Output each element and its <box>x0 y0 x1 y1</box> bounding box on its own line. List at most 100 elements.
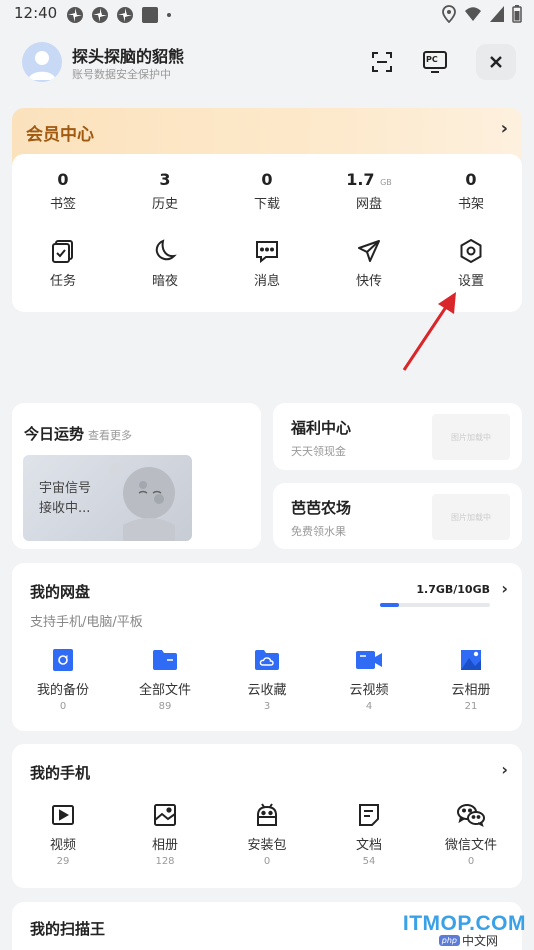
phone-item-wechat-files[interactable]: 微信文件 0 <box>420 802 522 867</box>
drive-item-all-files[interactable]: 全部文件 89 <box>114 647 216 712</box>
drive-usage-text: 1.7GB/10GB <box>416 583 490 596</box>
photo-album-icon <box>461 650 481 670</box>
drive-item-cloud-favorites[interactable]: 云收藏 3 <box>216 647 318 712</box>
pinwheel-icon <box>67 7 83 23</box>
phone-item-count: 128 <box>155 856 175 867</box>
chevron-right-icon[interactable]: › <box>501 760 508 779</box>
backup-icon <box>53 649 73 671</box>
phone-item-label: 视频 <box>49 838 76 853</box>
annotation-arrow <box>402 292 456 371</box>
baba-farm-card[interactable]: 芭芭农场 免费领水果 图片加载中 <box>273 483 522 549</box>
storage-progress-fill <box>380 603 399 607</box>
username[interactable]: 探头探脑的貂熊 <box>72 43 184 67</box>
stat-value: 0 <box>57 170 69 189</box>
android-icon <box>257 803 277 826</box>
battery-icon <box>512 5 522 23</box>
moon-character-illustration <box>109 463 175 541</box>
tool-settings[interactable]: 设置 <box>420 236 522 289</box>
phone-item-apk[interactable]: 安装包 0 <box>216 802 318 867</box>
drive-title[interactable]: 我的网盘 <box>30 581 90 602</box>
welfare-center-card[interactable]: 福利中心 天天领现金 图片加载中 <box>273 403 522 470</box>
phone-item-album[interactable]: 相册 128 <box>114 802 216 867</box>
fortune-title: 今日运势 <box>24 425 85 443</box>
stat-value: 3 <box>159 170 171 189</box>
phone-item-label: 微信文件 <box>444 838 497 853</box>
pinwheel-icon <box>92 7 108 23</box>
stat-downloads[interactable]: 0 下载 <box>216 170 318 212</box>
stat-bookmarks[interactable]: 0 书签 <box>12 170 114 212</box>
stat-value: 0 <box>465 170 477 189</box>
drive-item-count: 4 <box>365 701 373 712</box>
pc-label: PC <box>426 55 438 64</box>
stat-label: 网盘 <box>355 197 382 212</box>
tool-messages[interactable]: 消息 <box>216 236 318 289</box>
drive-item-count: 0 <box>59 701 67 712</box>
stat-bookshelf[interactable]: 0 书架 <box>420 170 522 212</box>
tool-tasks[interactable]: 任务 <box>12 236 114 289</box>
chevron-right-icon[interactable]: › <box>501 118 508 139</box>
stat-history[interactable]: 3 历史 <box>114 170 216 212</box>
stat-label: 书签 <box>49 197 76 212</box>
drive-item-cloud-videos[interactable]: 云视频 4 <box>318 647 420 712</box>
drive-item-label: 我的备份 <box>36 683 89 698</box>
tool-quick-transfer[interactable]: 快传 <box>318 236 420 289</box>
storage-progress-bar <box>380 603 490 607</box>
default-avatar-icon <box>28 51 56 80</box>
drive-item-count: 21 <box>464 701 478 712</box>
notification-icons <box>66 6 172 24</box>
paper-plane-icon <box>358 240 380 262</box>
chevron-right-icon[interactable]: › <box>501 579 508 598</box>
fortune-text-line-1: 宇宙信号 <box>39 481 92 496</box>
dot-icon <box>167 13 171 17</box>
drive-item-label: 云视频 <box>349 683 389 698</box>
tool-night-mode[interactable]: 暗夜 <box>114 236 216 289</box>
drive-item-count: 3 <box>263 701 271 712</box>
stat-value: 0 <box>261 170 273 189</box>
close-icon <box>490 56 502 68</box>
image-placeholder: 图片加载中 <box>432 414 510 460</box>
tool-label: 任务 <box>49 274 76 289</box>
stat-label: 下载 <box>253 197 280 212</box>
stat-value: 1.7 <box>346 170 375 189</box>
image-placeholder: 图片加载中 <box>432 494 510 540</box>
stats-row: 0 书签 3 历史 0 下载 1.7 GB 网盘 0 书架 <box>12 170 522 212</box>
phone-item-videos[interactable]: 视频 29 <box>12 802 114 867</box>
close-button[interactable] <box>476 44 516 80</box>
account-header: 探头探脑的貂熊 账号数据安全保护中 PC <box>0 36 534 88</box>
phone-title[interactable]: 我的手机 <box>30 762 90 783</box>
avatar[interactable] <box>22 42 62 82</box>
fortune-banner-text: 宇宙信号 接收中... <box>39 479 91 519</box>
document-icon <box>359 804 379 826</box>
drive-item-count: 89 <box>158 701 172 712</box>
php-badge: php <box>438 935 460 946</box>
drive-item-cloud-album[interactable]: 云相册 21 <box>420 647 522 712</box>
welfare-subtitle: 天天领现金 <box>291 445 346 458</box>
drive-item-label: 云相册 <box>451 683 491 698</box>
phone-item-count: 29 <box>56 856 70 867</box>
welfare-title: 福利中心 <box>291 419 352 437</box>
vip-center-card: 会员中心 › 0 书签 3 历史 0 下载 1.7 GB 网盘 0 书架 任务 … <box>12 108 522 312</box>
drive-item-label: 全部文件 <box>138 683 191 698</box>
drive-item-backup[interactable]: 我的备份 0 <box>12 647 114 712</box>
wechat-icon <box>457 804 485 827</box>
stat-cloud-drive[interactable]: 1.7 GB 网盘 <box>318 170 420 212</box>
phone-item-label: 安装包 <box>247 838 287 853</box>
farm-subtitle: 免费领水果 <box>291 525 346 538</box>
fortune-more-link[interactable]: 查看更多 <box>88 427 132 443</box>
phone-item-label: 文档 <box>355 838 382 853</box>
phone-item-count: 0 <box>263 856 271 867</box>
phone-item-documents[interactable]: 文档 54 <box>318 802 420 867</box>
cloud-folder-icon <box>255 650 279 670</box>
pc-connect-button[interactable]: PC <box>415 42 455 82</box>
scan-button[interactable] <box>362 42 402 82</box>
daily-fortune-card[interactable]: 今日运势 查看更多 宇宙信号 接收中... <box>12 403 261 549</box>
settings-hexagon-icon <box>460 238 482 264</box>
cloud-drive-card: 我的网盘 支持手机/电脑/平板 1.7GB/10GB › 我的备份 0 全部文件… <box>12 563 522 731</box>
vip-center-title[interactable]: 会员中心 <box>26 120 94 145</box>
phone-item-label: 相册 <box>151 838 178 853</box>
php-cn-text: 中文网 <box>461 934 498 948</box>
signal-icon <box>490 6 504 22</box>
moon-icon <box>155 239 177 261</box>
image-icon <box>154 804 176 826</box>
drive-subtitle: 支持手机/电脑/平板 <box>30 615 143 630</box>
